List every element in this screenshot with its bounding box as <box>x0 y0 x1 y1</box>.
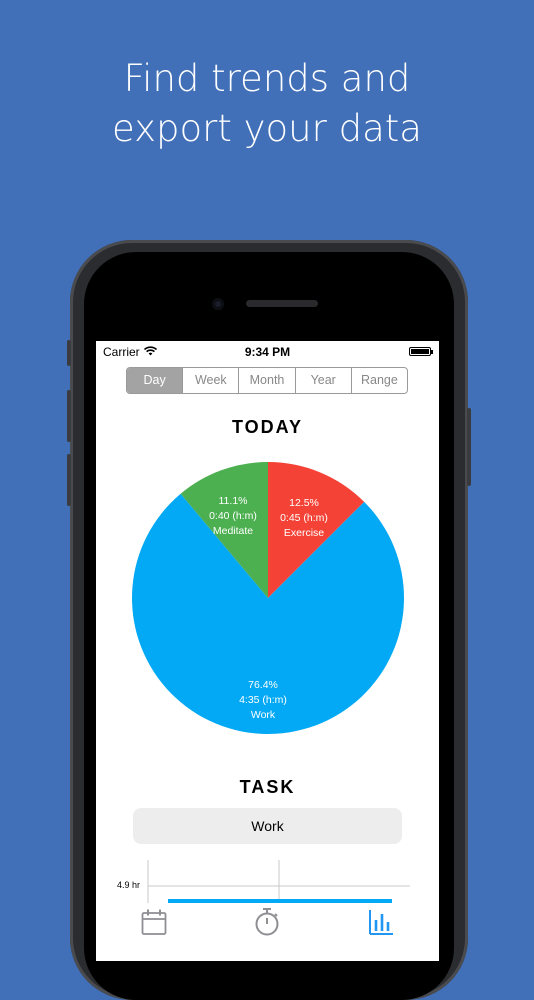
pie-label-work: 76.4% 4:35 (h:m) Work <box>218 678 308 723</box>
task-selector-button[interactable]: Work <box>133 808 402 844</box>
today-title: TODAY <box>231 417 304 437</box>
mute-switch <box>67 340 71 366</box>
headline-line-2: export your data <box>112 107 422 150</box>
earpiece-speaker <box>246 300 318 307</box>
segment-range[interactable]: Range <box>350 368 407 393</box>
segment-week[interactable]: Week <box>182 368 238 393</box>
calendar-icon[interactable] <box>141 908 167 936</box>
stopwatch-icon[interactable] <box>254 907 280 937</box>
task-chart-ytick: 4.9 hr <box>117 880 141 890</box>
work-name: Work <box>250 709 276 721</box>
status-bar: Carrier 9:34 PM <box>96 341 439 361</box>
task-title: TASK <box>239 777 296 797</box>
volume-down-button <box>67 454 71 506</box>
battery-icon <box>409 347 433 356</box>
work-percent: 76.4% <box>248 679 278 691</box>
power-button <box>467 408 471 486</box>
pie-label-meditate: 11.1% 0:40 (h:m) Meditate <box>188 494 278 539</box>
period-segmented-control: Day Week Month Year Range <box>126 367 408 394</box>
meditate-percent: 11.1% <box>218 495 248 507</box>
headline-line-1: Find trends and <box>123 57 411 100</box>
work-duration: 4:35 (h:m) <box>239 694 287 706</box>
task-bar-chart <box>147 860 410 906</box>
segment-month[interactable]: Month <box>238 368 294 393</box>
bar-chart-icon[interactable] <box>368 908 394 936</box>
meditate-name: Meditate <box>212 525 254 537</box>
app-screen: Carrier 9:34 PM Day Week Month Year Rang… <box>96 341 439 961</box>
segment-year[interactable]: Year <box>294 368 351 393</box>
front-camera <box>212 298 224 310</box>
volume-up-button <box>67 390 71 442</box>
headline: Find trends and export your data <box>0 54 534 154</box>
tab-bar <box>96 903 439 961</box>
meditate-duration: 0:40 (h:m) <box>209 510 257 522</box>
status-time: 9:34 PM <box>244 345 291 359</box>
segment-day[interactable]: Day <box>127 368 183 393</box>
